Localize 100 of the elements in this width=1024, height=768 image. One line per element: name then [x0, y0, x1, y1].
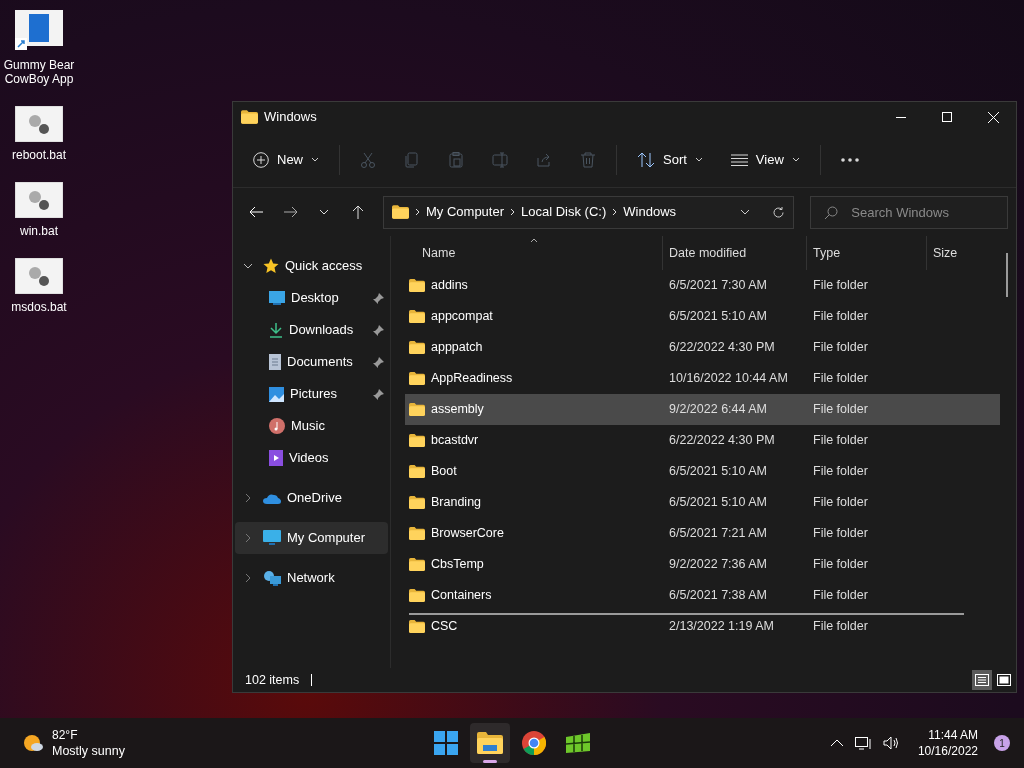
new-button[interactable]: New — [243, 141, 329, 178]
gear-file-icon[interactable] — [15, 182, 63, 218]
file-row[interactable]: CSC 2/13/2022 1:19 AM File folder — [405, 611, 1000, 642]
file-name: Containers — [431, 587, 492, 605]
date-cell-text: 6/5/2021 7:38 AM — [668, 587, 768, 605]
type-cell-text: File folder — [812, 432, 869, 450]
type-cell-text: File folder — [812, 308, 869, 326]
date-cell-text: 2/13/2022 1:19 AM — [668, 618, 775, 636]
gear-file-icon[interactable] — [15, 106, 63, 142]
nav-item[interactable]: Pictures — [235, 378, 388, 410]
folder-icon — [409, 434, 425, 447]
file-row[interactable]: addins 6/5/2021 7:30 AM File folder — [405, 270, 1000, 301]
clock-date[interactable]: 10/16/2022 — [917, 743, 978, 759]
details-view-button[interactable] — [972, 670, 992, 690]
type-cell-text: File folder — [812, 587, 869, 605]
file-name: addins — [431, 277, 468, 295]
date-cell-text: 6/5/2021 7:30 AM — [668, 277, 768, 295]
desktop-icon-label[interactable]: reboot.bat — [11, 148, 66, 162]
pin-icon[interactable] — [373, 292, 384, 304]
folder-icon — [409, 496, 425, 509]
nav-item[interactable]: Music — [235, 410, 388, 442]
folder-icon — [409, 620, 425, 633]
notification-badge[interactable]: 1 — [994, 735, 1010, 751]
file-name: bcastdvr — [431, 432, 479, 450]
file-row[interactable]: Branding 6/5/2021 5:10 AM File folder — [405, 487, 1000, 518]
nav-item[interactable]: OneDrive — [235, 482, 388, 514]
search-field[interactable]: Search Windows — [810, 195, 1008, 229]
scrollbar[interactable] — [1006, 253, 1008, 297]
volume-icon[interactable] — [881, 735, 900, 751]
refresh-icon[interactable] — [772, 205, 786, 219]
sort-button[interactable]: Sort — [627, 141, 713, 178]
desktop-icon-label[interactable]: msdos.bat — [11, 300, 67, 314]
nav-item[interactable]: Videos — [235, 442, 388, 474]
file-row[interactable]: bcastdvr 6/22/2022 4:30 PM File folder — [405, 425, 1000, 456]
pin-icon[interactable] — [373, 388, 384, 400]
nav-item[interactable]: My Computer — [235, 522, 388, 554]
pin-icon[interactable] — [373, 356, 384, 368]
nav-item[interactable]: Downloads — [235, 314, 388, 346]
desktop-icon-label[interactable]: win.bat — [20, 224, 58, 238]
file-row[interactable]: Boot 6/5/2021 5:10 AM File folder — [405, 456, 1000, 487]
type-cell-text: File folder — [812, 401, 869, 419]
chevron-right-icon[interactable] — [243, 533, 253, 543]
type-cell-text: File folder — [812, 556, 869, 574]
app-shortcut-icon[interactable] — [15, 10, 63, 52]
file-row[interactable]: Containers 6/5/2021 7:38 AM File folder — [405, 580, 1000, 611]
file-row[interactable]: BrowserCore 6/5/2021 7:21 AM File folder — [405, 518, 1000, 549]
windows-logo-icon — [434, 731, 458, 755]
document-icon — [269, 354, 281, 370]
chevron-down-icon — [319, 209, 329, 215]
file-row[interactable]: apppatch 6/22/2022 4:30 PM File folder — [405, 332, 1000, 363]
file-name: Branding — [431, 494, 482, 512]
folder-icon — [409, 527, 425, 540]
file-row[interactable]: appcompat 6/5/2021 5:10 AM File folder — [405, 301, 1000, 332]
file-name: BrowserCore — [431, 525, 504, 543]
folder-icon — [409, 341, 425, 354]
pin-icon[interactable] — [373, 324, 384, 336]
file-row[interactable]: AppReadiness 10/16/2022 10:44 AM File folder — [405, 363, 1000, 394]
chevron-down-icon — [694, 157, 703, 162]
chevron-down-icon[interactable] — [740, 209, 751, 215]
column-header[interactable]: Name — [405, 236, 663, 270]
breadcrumb[interactable]: Windows — [623, 202, 677, 222]
nav-item[interactable]: Documents — [235, 346, 388, 378]
desktop-icon-label[interactable]: Gummy Bear CowBoy App — [0, 58, 78, 86]
chevron-up-icon[interactable] — [829, 739, 844, 747]
chevron-down-icon — [311, 157, 319, 162]
view-button[interactable]: View — [720, 141, 810, 178]
column-header[interactable]: Type — [807, 236, 927, 270]
type-cell-text: File folder — [812, 277, 869, 295]
folder-icon — [409, 558, 425, 571]
chevron-right-icon[interactable] — [243, 573, 253, 583]
weather-condition: Mostly sunny — [52, 743, 125, 759]
type-cell-text: File folder — [812, 525, 869, 543]
weather-icon[interactable] — [22, 733, 44, 753]
chevron-right-icon[interactable] — [243, 493, 253, 503]
nav-item[interactable]: Desktop — [235, 282, 388, 314]
music-note-icon — [269, 418, 285, 434]
breadcrumb[interactable]: Local Disk (C:) — [521, 202, 607, 222]
network-icon[interactable] — [853, 735, 872, 751]
breadcrumb[interactable]: My Computer — [426, 202, 505, 222]
column-header[interactable]: Size — [927, 236, 1000, 270]
folder-icon — [477, 732, 503, 754]
nav-item[interactable]: Network — [235, 562, 388, 594]
date-cell-text: 9/2/2022 7:36 AM — [668, 556, 768, 574]
file-name: AppReadiness — [431, 370, 513, 388]
file-name: assembly — [431, 401, 484, 419]
gear-file-icon[interactable] — [15, 258, 63, 294]
up-icon — [351, 204, 365, 220]
scrollbar[interactable] — [409, 613, 964, 615]
clock-time[interactable]: 11:44 AM — [928, 727, 978, 743]
file-row[interactable]: CbsTemp 9/2/2022 7:36 AM File folder — [405, 549, 1000, 580]
folder-icon — [409, 465, 425, 478]
chevron-down-icon[interactable] — [243, 261, 253, 271]
file-row[interactable]: assembly 9/2/2022 6:44 AM File folder — [405, 394, 1000, 425]
nav-item[interactable]: Quick access — [235, 250, 388, 282]
type-cell-text: File folder — [812, 339, 869, 357]
folder-icon — [409, 279, 425, 292]
column-header[interactable]: Date modified — [663, 236, 807, 270]
address-bar[interactable]: My Computer Local Disk (C:) Windows — [383, 195, 795, 229]
taskbar-app-button[interactable] — [470, 723, 510, 763]
item-count: 102 items — [245, 671, 300, 689]
